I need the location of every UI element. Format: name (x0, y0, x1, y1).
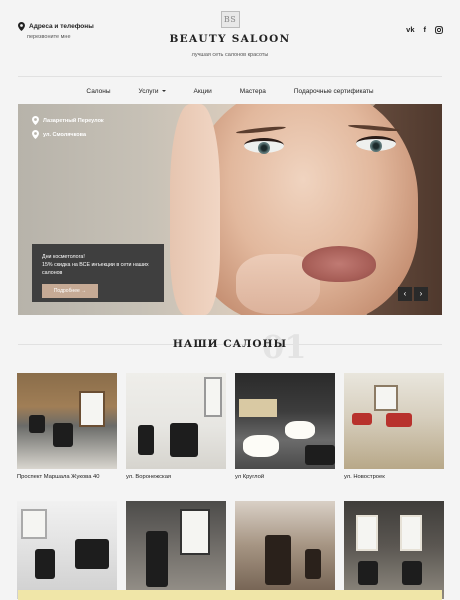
location-pin-icon (32, 116, 39, 125)
nav-item-promotions[interactable]: Акции (180, 88, 226, 95)
salon-photo (344, 501, 444, 599)
salon-card[interactable] (17, 501, 117, 600)
social-links: vk f (406, 25, 443, 34)
salon-photo (126, 501, 226, 599)
hero-address-label: ул. Смолячкова (43, 131, 87, 138)
hero-lips (302, 246, 376, 282)
hero-address[interactable]: ул. Смолячкова (32, 130, 104, 139)
salon-photo (235, 373, 335, 469)
logo[interactable]: BS (220, 11, 240, 28)
salon-caption: ул. Новостроек (344, 474, 385, 480)
brand-block: BS BEAUTY SALOON лучшая сеть салонов кра… (0, 11, 460, 58)
salon-caption: ул. Воронежская (126, 474, 172, 480)
nav-item-services-label: Услуги (138, 87, 159, 95)
hero-image-hand (170, 104, 220, 315)
nav-item-salons[interactable]: Салоны (72, 88, 124, 95)
salon-photo (235, 501, 335, 599)
salon-photo (17, 501, 117, 599)
section-title: НАШИ САЛОНЫ (172, 338, 288, 350)
promo-card: Дни косметолога! 15% скидка на ВСЕ инъек… (32, 244, 164, 302)
salon-card[interactable]: ул. Новостроек (344, 373, 444, 501)
salon-card[interactable]: Проспект Маршала Жукова 40 (17, 373, 117, 501)
salons-grid: Проспект Маршала Жукова 40 ул. Воронежск… (17, 373, 444, 600)
salon-card[interactable] (235, 501, 335, 600)
nav-item-gift-certificates[interactable]: Подарочные сертификаты (280, 88, 388, 95)
hero-addresses: Лазаретный Переулок ул. Смолячкова (32, 116, 104, 144)
brand-title: BEAUTY SALOON (169, 33, 291, 45)
salon-caption: Проспект Маршала Жукова 40 (17, 474, 100, 480)
bottom-banner[interactable] (18, 590, 442, 600)
hero-eye-right (356, 136, 396, 152)
promo-title: Дни косметолога! (42, 254, 85, 260)
brand-tagline: лучшая сеть салонов красоты (191, 52, 269, 58)
salon-card[interactable]: ул Круглой (235, 373, 335, 501)
salon-card[interactable] (344, 501, 444, 600)
hero-eye-left (244, 138, 284, 154)
salon-photo (344, 373, 444, 469)
salon-photo (126, 373, 226, 469)
main-nav: Салоны Услуги Акции Мастера Подарочные с… (18, 76, 442, 105)
arrow-left-icon[interactable]: ‹ (398, 287, 412, 301)
vk-icon[interactable]: vk (406, 25, 414, 34)
salon-card[interactable]: ул. Воронежская (126, 373, 226, 501)
chevron-down-icon (161, 90, 166, 92)
top-header: Адреса и телефоны перезвоните мне BS BEA… (0, 0, 460, 76)
more-button[interactable]: Подробнее → (42, 284, 98, 298)
nav-item-services[interactable]: Услуги (125, 88, 180, 95)
facebook-icon[interactable]: f (424, 25, 427, 34)
hero-slider: Лазаретный Переулок ул. Смолячкова Дни к… (18, 104, 442, 315)
salons-header: 01 НАШИ САЛОНЫ (0, 328, 460, 366)
location-pin-icon (32, 130, 39, 139)
promo-text: 15% скидка на ВСЕ инъекции в сети наших … (42, 262, 149, 276)
hero-address-label: Лазаретный Переулок (43, 117, 104, 124)
instagram-icon[interactable] (435, 25, 443, 34)
nav-item-masters[interactable]: Мастера (226, 88, 280, 95)
salon-photo (17, 373, 117, 469)
salon-caption: ул Круглой (235, 474, 265, 480)
hero-address[interactable]: Лазаретный Переулок (32, 116, 104, 125)
slider-arrows: ‹ › (398, 287, 428, 301)
arrow-right-icon[interactable]: › (414, 287, 428, 301)
salon-card[interactable] (126, 501, 226, 600)
